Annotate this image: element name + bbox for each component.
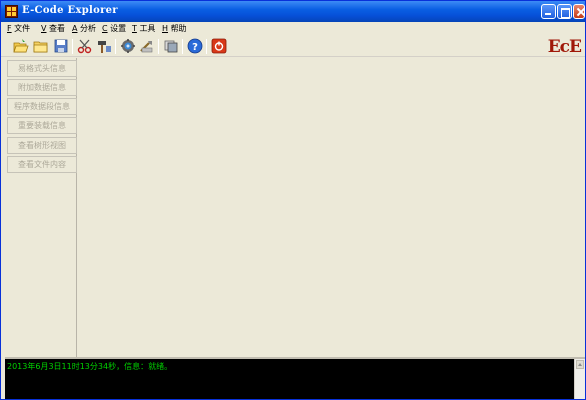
menu-bar: F 文件 V 查看 A 分析 C 设置 T 工具 H 帮助 bbox=[1, 22, 585, 35]
open-folder-icon[interactable] bbox=[13, 38, 29, 54]
menu-tools-key: T bbox=[132, 24, 137, 33]
menu-view-key: V bbox=[41, 24, 47, 33]
menu-analyze-label: 分析 bbox=[80, 24, 97, 33]
toolbar-separator bbox=[182, 39, 183, 54]
nav-data-segment-button[interactable]: 程序数据段信息 bbox=[7, 98, 77, 115]
toolbar-separator bbox=[158, 39, 159, 54]
menu-tools[interactable]: T 工具 bbox=[132, 23, 155, 34]
tools-icon[interactable] bbox=[139, 38, 155, 54]
menu-settings[interactable]: C 设置 bbox=[102, 23, 126, 34]
menu-help[interactable]: H 帮助 bbox=[162, 23, 187, 34]
toolbar-separator bbox=[72, 39, 73, 54]
help-icon[interactable]: ? bbox=[187, 38, 203, 54]
menu-file[interactable]: F 文件 bbox=[7, 23, 30, 34]
maximize-button[interactable] bbox=[557, 4, 572, 19]
nav-load-info-button[interactable]: 重要装载信息 bbox=[7, 117, 77, 134]
menu-view-label: 查看 bbox=[49, 24, 66, 33]
gear-globe-icon[interactable] bbox=[120, 38, 136, 54]
stack-icon[interactable] bbox=[163, 38, 179, 54]
menu-file-label: 文件 bbox=[14, 24, 31, 33]
svg-text:?: ? bbox=[192, 42, 198, 53]
minimize-button[interactable] bbox=[541, 4, 556, 19]
folder-icon[interactable] bbox=[33, 38, 49, 54]
app-icon[interactable] bbox=[5, 5, 18, 18]
app-logo: EcE bbox=[547, 37, 582, 57]
toolbar: ? EcE bbox=[1, 35, 585, 57]
menu-settings-key: C bbox=[102, 24, 108, 33]
toolbar-separator bbox=[115, 39, 116, 54]
toolbar-separator bbox=[206, 39, 207, 54]
app-window: E-Code Explorer F 文件 V 查看 A 分析 C 设置 T 工具… bbox=[0, 0, 586, 400]
title-bar[interactable]: E-Code Explorer bbox=[1, 1, 585, 22]
close-button[interactable] bbox=[573, 4, 585, 19]
nav-tree-view-button[interactable]: 查看树形视图 bbox=[7, 137, 77, 154]
scroll-up-icon[interactable] bbox=[576, 360, 584, 369]
console-message: 2013年6月3日11时13分34秒，信息：就绪。 bbox=[7, 362, 173, 371]
window-title: E-Code Explorer bbox=[22, 5, 118, 16]
scissors-icon[interactable] bbox=[77, 38, 93, 54]
console-scrollbar[interactable] bbox=[574, 359, 585, 399]
hammer-icon[interactable] bbox=[96, 38, 112, 54]
left-panel: 易格式头信息 附加数据信息 程序数据段信息 重要装载信息 查看树形视图 查看文件… bbox=[5, 58, 77, 358]
menu-settings-label: 设置 bbox=[110, 24, 127, 33]
menu-file-key: F bbox=[7, 24, 12, 33]
nav-extra-data-button[interactable]: 附加数据信息 bbox=[7, 79, 77, 96]
menu-view[interactable]: V 查看 bbox=[41, 23, 65, 34]
menu-analyze[interactable]: A 分析 bbox=[72, 23, 96, 34]
save-disk-icon[interactable] bbox=[53, 38, 69, 54]
console-output: 2013年6月3日11时13分34秒，信息：就绪。 bbox=[5, 357, 585, 399]
power-icon[interactable] bbox=[211, 38, 227, 54]
menu-analyze-key: A bbox=[72, 24, 78, 33]
menu-help-label: 帮助 bbox=[170, 24, 187, 33]
main-content-area bbox=[78, 58, 585, 358]
nav-header-info-button[interactable]: 易格式头信息 bbox=[7, 60, 77, 77]
menu-help-key: H bbox=[162, 24, 169, 33]
nav-file-content-button[interactable]: 查看文件内容 bbox=[7, 156, 77, 173]
menu-tools-label: 工具 bbox=[139, 24, 156, 33]
